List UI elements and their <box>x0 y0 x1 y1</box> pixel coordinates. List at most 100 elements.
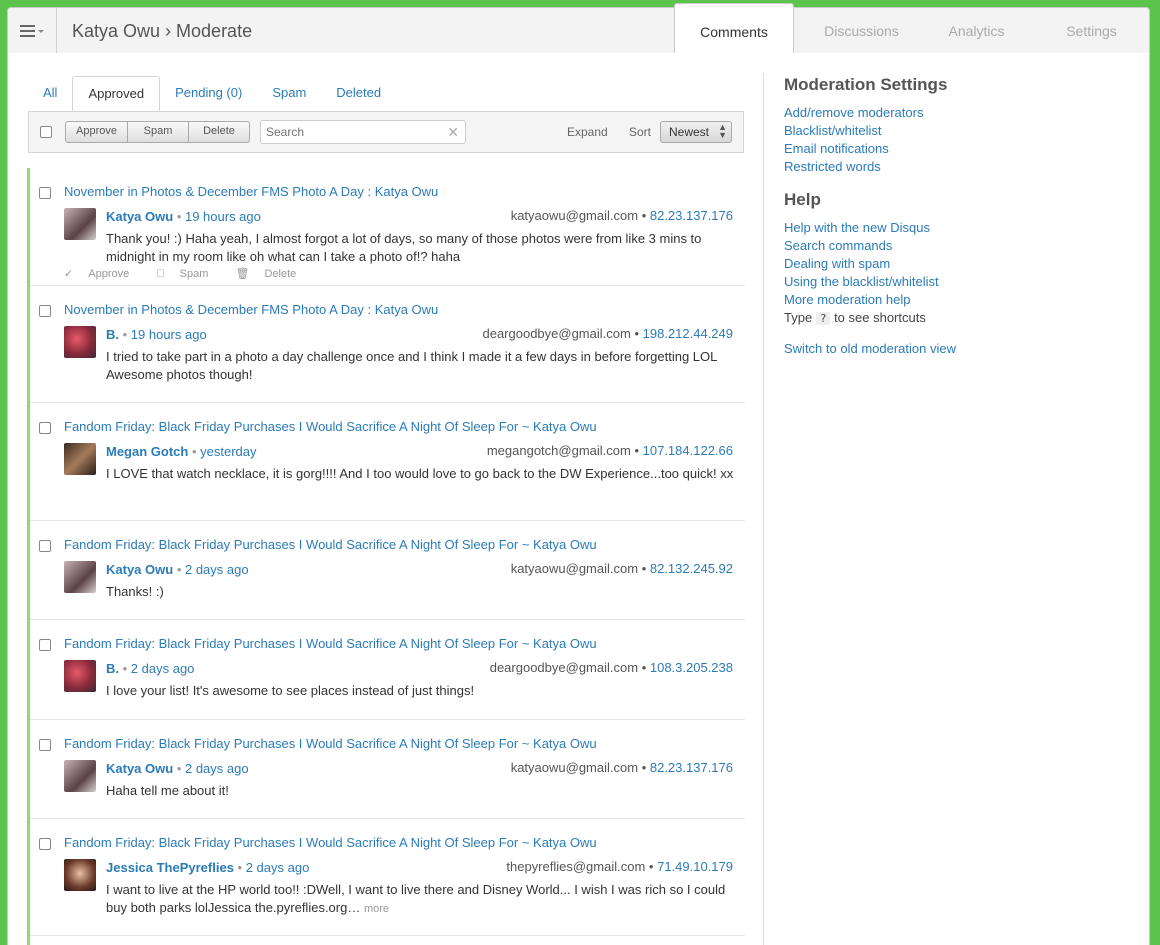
sidebar-link-email-notifications[interactable]: Email notifications <box>784 141 889 156</box>
comment-list: November in Photos & December FMS Photo … <box>27 168 745 945</box>
more-link[interactable]: more <box>364 903 389 915</box>
sidebar-link-restricted-words[interactable]: Restricted words <box>784 159 881 174</box>
author-ip[interactable]: 82.23.137.176 <box>650 208 733 223</box>
comment-checkbox[interactable] <box>39 540 51 552</box>
author-ip[interactable]: 198.212.44.249 <box>643 326 733 341</box>
tab-analytics[interactable]: Analytics <box>919 3 1034 54</box>
sidebar-link-moderators[interactable]: Add/remove moderators <box>784 105 923 120</box>
comment-item[interactable]: Fandom Friday: Black Friday Purchases I … <box>30 720 745 819</box>
author-ip[interactable]: 71.49.10.179 <box>657 859 733 874</box>
clear-search-icon[interactable]: ✕ <box>447 124 459 141</box>
separator-dot: • <box>641 561 650 576</box>
switch-old-view-link[interactable]: Switch to old moderation view <box>784 341 956 356</box>
avatar[interactable] <box>64 660 96 692</box>
comment-body: Thanks! :) <box>106 584 164 599</box>
bulk-action-buttons: Approve Spam Delete <box>65 121 250 143</box>
help-link-spam[interactable]: Dealing with spam <box>784 256 890 271</box>
subtab-spam[interactable]: Spam <box>257 76 321 111</box>
approve-action[interactable]: ✓ Approve <box>64 268 141 280</box>
approve-action-label: Approve <box>88 268 130 280</box>
comment-checkbox[interactable] <box>39 838 51 850</box>
avatar[interactable] <box>64 859 96 891</box>
thread-link[interactable]: Fandom Friday: Black Friday Purchases I … <box>64 636 597 651</box>
comment-meta: katyaowu@gmail.com • 82.23.137.176 <box>511 760 733 775</box>
comment-time[interactable]: 19 hours ago <box>185 209 261 224</box>
author-email: katyaowu@gmail.com <box>510 561 639 576</box>
delete-button[interactable]: Delete <box>189 122 249 142</box>
sidebar-link-blacklist[interactable]: Blacklist/whitelist <box>784 123 882 138</box>
expand-toggle[interactable]: Expand <box>567 125 608 139</box>
author-ip[interactable]: 107.184.122.66 <box>643 443 733 458</box>
author-name[interactable]: Jessica ThePyreflies <box>106 860 234 875</box>
comment-time[interactable]: 2 days ago <box>185 761 249 776</box>
author-name[interactable]: Katya Owu <box>106 761 173 776</box>
avatar[interactable] <box>64 760 96 792</box>
comment-item[interactable]: November in Photos & December FMS Photo … <box>30 286 745 403</box>
thread-link[interactable]: Fandom Friday: Black Friday Purchases I … <box>64 736 597 751</box>
comment-item[interactable]: November in Photos & December FMS Photo … <box>30 168 745 286</box>
help-link-search-commands[interactable]: Search commands <box>784 238 892 253</box>
separator-dot: • <box>122 327 131 342</box>
comment-checkbox[interactable] <box>39 422 51 434</box>
subtab-pending[interactable]: Pending (0) <box>160 76 257 111</box>
select-arrows-icon: ▲ ▼ <box>718 122 727 140</box>
thread-link[interactable]: November in Photos & December FMS Photo … <box>64 184 438 199</box>
separator-dot: • <box>634 443 643 458</box>
author-name[interactable]: Megan Gotch <box>106 444 188 459</box>
thread-link[interactable]: November in Photos & December FMS Photo … <box>64 302 438 317</box>
search-input[interactable] <box>261 121 441 143</box>
separator-dot: • <box>237 860 246 875</box>
comment-item[interactable]: Fandom Friday: Black Friday Purchases I … <box>30 620 745 720</box>
comment-item[interactable]: Fandom Friday: Black Friday Purchases I … <box>30 819 745 936</box>
author-ip[interactable]: 82.132.245.92 <box>650 561 733 576</box>
help-link-more[interactable]: More moderation help <box>784 292 910 307</box>
thread-link[interactable]: Fandom Friday: Black Friday Purchases I … <box>64 537 597 552</box>
comment-time[interactable]: 2 days ago <box>185 562 249 577</box>
comment-time[interactable]: 2 days ago <box>131 661 195 676</box>
author-name[interactable]: B. <box>106 661 119 676</box>
comment-time[interactable]: 19 hours ago <box>131 327 207 342</box>
comment-checkbox[interactable] <box>39 305 51 317</box>
comment-text: I want to live at the HP world too!! :DW… <box>106 882 726 915</box>
subtab-approved[interactable]: Approved <box>72 76 161 111</box>
avatar[interactable] <box>64 326 96 358</box>
comment-checkbox[interactable] <box>39 639 51 651</box>
delete-action[interactable]: 🗑 Delete <box>235 268 308 280</box>
author-name[interactable]: Katya Owu <box>106 209 173 224</box>
subtab-deleted[interactable]: Deleted <box>321 76 396 111</box>
comment-body: Haha tell me about it! <box>106 783 229 798</box>
check-icon: ✓ <box>64 268 77 280</box>
tab-comments[interactable]: Comments <box>674 3 794 55</box>
author-ip[interactable]: 82.23.137.176 <box>650 760 733 775</box>
help-link-blacklist[interactable]: Using the blacklist/whitelist <box>784 274 939 289</box>
comment-checkbox[interactable] <box>39 739 51 751</box>
approve-button[interactable]: Approve <box>66 122 128 142</box>
author-name[interactable]: Katya Owu <box>106 562 173 577</box>
tab-settings[interactable]: Settings <box>1034 3 1149 54</box>
author-name[interactable]: B. <box>106 327 119 342</box>
comment-author: Megan Gotch • yesterday <box>106 444 257 459</box>
avatar[interactable] <box>64 443 96 475</box>
avatar[interactable] <box>64 208 96 240</box>
top-tabs: Comments Discussions Analytics Settings <box>674 3 1149 55</box>
help-heading: Help <box>784 190 821 209</box>
thread-link[interactable]: Fandom Friday: Black Friday Purchases I … <box>64 835 597 850</box>
tab-discussions[interactable]: Discussions <box>804 3 919 54</box>
comment-checkbox[interactable] <box>39 187 51 199</box>
author-email: deargoodbye@gmail.com <box>482 326 631 341</box>
separator-dot: • <box>191 444 201 459</box>
author-ip[interactable]: 108.3.205.238 <box>650 660 733 675</box>
avatar[interactable] <box>64 561 96 593</box>
help-link-new-disqus[interactable]: Help with the new Disqus <box>784 220 930 235</box>
spam-action[interactable]: ⃠ Spam <box>165 268 221 280</box>
comment-item[interactable]: Fandom Friday: Black Friday Purchases I … <box>30 403 745 521</box>
select-all-checkbox[interactable] <box>40 126 52 138</box>
thread-link[interactable]: Fandom Friday: Black Friday Purchases I … <box>64 419 597 434</box>
comment-time[interactable]: yesterday <box>200 444 256 459</box>
comment-time[interactable]: 2 days ago <box>246 860 310 875</box>
sort-select[interactable]: Newest ▲ ▼ <box>660 121 732 143</box>
spam-button[interactable]: Spam <box>128 122 189 142</box>
subtab-all[interactable]: All <box>28 76 72 111</box>
menu-button[interactable] <box>8 8 57 53</box>
comment-item[interactable]: Fandom Friday: Black Friday Purchases I … <box>30 521 745 620</box>
